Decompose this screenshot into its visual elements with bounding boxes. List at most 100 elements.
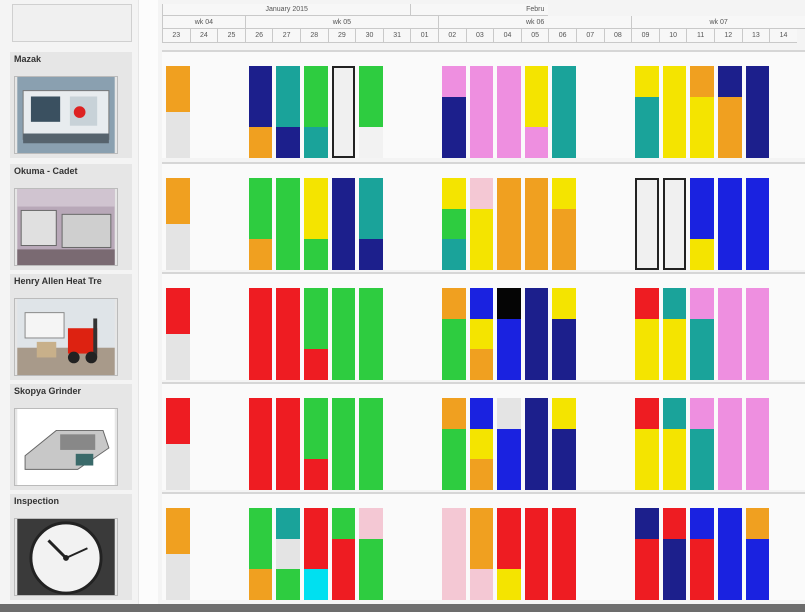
task-bar[interactable] [359,398,383,490]
task-segment [635,318,659,350]
selected-task-bar[interactable] [662,178,687,270]
task-segment [524,239,549,270]
task-bar[interactable] [524,66,549,158]
task-bar[interactable] [635,288,659,380]
horizontal-scrollbar[interactable] [0,604,805,612]
selected-task-bar[interactable] [331,66,356,158]
task-bar[interactable] [331,178,356,270]
task-bar[interactable] [442,178,466,270]
task-bar[interactable] [718,508,742,600]
task-bar[interactable] [690,178,714,270]
task-bar[interactable] [276,508,300,600]
task-bar[interactable] [718,178,742,270]
task-bar[interactable] [304,288,328,380]
task-bar[interactable] [662,508,687,600]
task-bar[interactable] [662,66,687,158]
task-segment [552,508,576,539]
task-bar[interactable] [304,66,328,158]
selected-task-bar[interactable] [635,178,659,270]
task-bar[interactable] [497,288,521,380]
task-segment [662,428,687,460]
task-bar[interactable] [635,508,659,600]
task-bar[interactable] [497,66,521,158]
task-segment [718,208,742,240]
task-bar[interactable] [469,288,494,380]
task-bar[interactable] [718,398,742,490]
task-segment [662,127,687,158]
task-bar[interactable] [359,178,383,270]
task-bar[interactable] [552,398,576,490]
header-corner-cell [12,4,132,42]
task-bar[interactable] [524,508,549,600]
resource-row-header[interactable]: Mazak [10,52,132,158]
task-segment [442,349,466,380]
task-bar[interactable] [276,398,300,490]
task-bar[interactable] [359,66,383,158]
task-bar[interactable] [690,288,714,380]
task-bar[interactable] [166,178,190,270]
task-bar[interactable] [552,508,576,600]
task-bar[interactable] [718,288,742,380]
task-bar[interactable] [690,398,714,490]
task-segment [524,208,549,240]
task-segment [662,398,687,429]
task-bar[interactable] [635,66,659,158]
resource-row-header[interactable]: Inspection [10,494,132,600]
task-bar[interactable] [248,178,273,270]
task-bar[interactable] [304,508,328,600]
task-bar[interactable] [276,178,300,270]
task-bar[interactable] [497,508,521,600]
day-header: 31 [382,29,411,43]
task-bar[interactable] [745,508,770,600]
task-bar[interactable] [331,508,356,600]
task-bar[interactable] [745,66,770,158]
task-bar[interactable] [524,398,549,490]
task-bar[interactable] [552,288,576,380]
resource-row-header[interactable]: Skopya Grinder [10,384,132,490]
task-bar[interactable] [497,398,521,490]
task-bar[interactable] [248,288,273,380]
task-bar[interactable] [359,288,383,380]
resource-row-header[interactable]: Henry Allen Heat Tre [10,274,132,380]
task-bar[interactable] [276,66,300,158]
task-bar[interactable] [552,66,576,158]
task-bar[interactable] [635,398,659,490]
task-bar[interactable] [304,398,328,490]
task-bar[interactable] [718,66,742,158]
task-bar[interactable] [552,178,576,270]
resource-list: Mazak Okuma - Cadet Henry Allen Heat Tre Sk… [10,48,132,604]
task-bar[interactable] [442,508,466,600]
task-bar[interactable] [497,178,521,270]
day-header: 29 [327,29,356,43]
task-bar[interactable] [662,398,687,490]
task-bar[interactable] [248,508,273,600]
resource-row-header[interactable]: Okuma - Cadet [10,164,132,270]
task-bar[interactable] [304,178,328,270]
task-bar[interactable] [248,398,273,490]
task-bar[interactable] [469,398,494,490]
task-bar[interactable] [359,508,383,600]
task-bar[interactable] [331,288,356,380]
task-bar[interactable] [166,288,190,380]
task-bar[interactable] [442,398,466,490]
task-bar[interactable] [745,178,770,270]
task-bar[interactable] [442,288,466,380]
task-bar[interactable] [166,398,190,490]
task-bar[interactable] [745,288,770,380]
task-bar[interactable] [690,66,714,158]
task-bar[interactable] [469,508,494,600]
task-bar[interactable] [745,398,770,490]
task-bar[interactable] [166,508,190,600]
task-bar[interactable] [276,288,300,380]
task-bar[interactable] [524,178,549,270]
task-bar[interactable] [524,288,549,380]
task-bar[interactable] [469,66,494,158]
task-bar[interactable] [469,178,494,270]
task-bar[interactable] [166,66,190,158]
task-bar[interactable] [331,398,356,490]
task-bar[interactable] [248,66,273,158]
task-bar[interactable] [690,508,714,600]
task-bar[interactable] [442,66,466,158]
task-bar[interactable] [662,288,687,380]
panel-divider[interactable] [138,0,158,604]
